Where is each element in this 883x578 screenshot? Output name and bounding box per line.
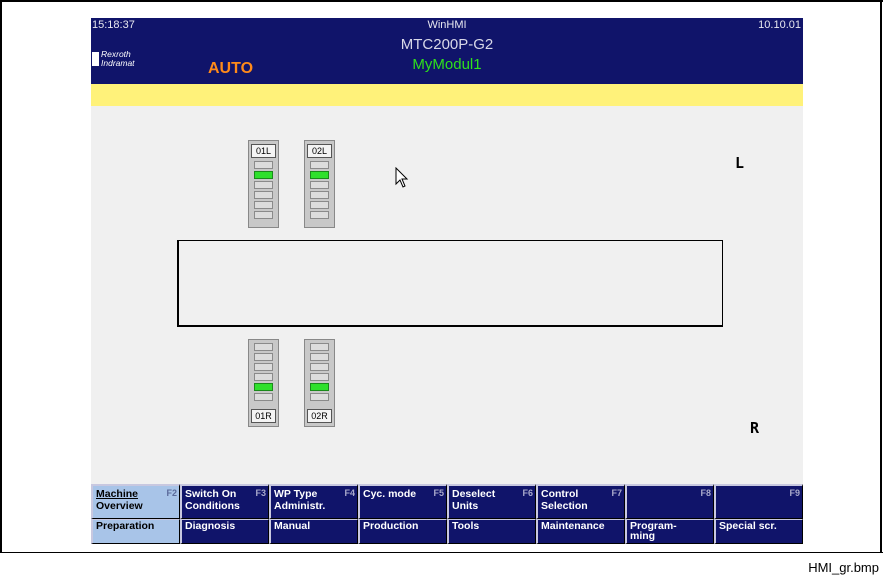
slot-segment	[254, 393, 273, 401]
station-slot-01L[interactable]: 01L	[248, 140, 279, 228]
slot-segment	[254, 181, 273, 189]
menu-tab-programming[interactable]: Program- ming	[625, 519, 714, 544]
station-slot-02L[interactable]: 02L	[304, 140, 335, 228]
machine-name: MTC200P-G2	[400, 36, 494, 53]
module-name: MyModul1	[412, 56, 482, 73]
softkey-label: Units	[452, 500, 479, 512]
slot-segment	[310, 161, 329, 169]
current-date: 10.10.01	[758, 19, 801, 31]
softkey-label: Deselect	[452, 488, 496, 500]
side-label-right: R	[750, 419, 760, 437]
softkey-label: Control	[541, 488, 579, 500]
machine-overview-area: L R 01L 02L 01R 02R	[91, 106, 803, 484]
softkey-machine-overview[interactable]: Machine Overview F2	[91, 484, 180, 519]
logo-mark-icon	[92, 52, 99, 66]
frame-bottom-border	[0, 552, 883, 553]
function-key-label: F8	[700, 488, 711, 498]
slot-segment	[254, 161, 273, 169]
softkey-bar: Machine Overview F2 Switch On Conditions…	[91, 484, 803, 544]
slot-segment-active	[310, 171, 329, 179]
frame-left-border	[0, 0, 2, 553]
slot-segment	[310, 363, 329, 371]
slot-segment	[310, 373, 329, 381]
menu-tab-maintenance[interactable]: Maintenance	[536, 519, 625, 544]
softkey-label: Switch On	[185, 488, 237, 500]
softkey-f9[interactable]: F9	[714, 484, 803, 519]
menu-tab-tools[interactable]: Tools	[447, 519, 536, 544]
station-slot-01R[interactable]: 01R	[248, 339, 279, 427]
slot-segment	[310, 343, 329, 351]
slot-segment	[254, 353, 273, 361]
menu-tab-diagnosis[interactable]: Diagnosis	[180, 519, 269, 544]
slot-tag: 01L	[251, 144, 276, 158]
slot-segment	[310, 181, 329, 189]
softkey-label: Conditions	[185, 500, 240, 512]
menu-tab-production[interactable]: Production	[358, 519, 447, 544]
function-key-label: F2	[166, 488, 177, 498]
softkey-cyc-mode[interactable]: Cyc. mode F5	[358, 484, 447, 519]
mouse-pointer-icon	[395, 167, 409, 188]
rexroth-indramat-logo: Rexroth Indramat	[91, 46, 161, 74]
slot-segment	[310, 191, 329, 199]
softkey-wp-type-administr[interactable]: WP Type Administr. F4	[269, 484, 358, 519]
slot-segment	[310, 211, 329, 219]
slot-segment	[254, 211, 273, 219]
softkey-label: Selection	[541, 500, 588, 512]
slot-segment	[254, 363, 273, 371]
side-label-left: L	[735, 154, 745, 172]
softkey-label: WP Type	[274, 488, 318, 500]
softkey-label: Cyc. mode	[363, 488, 417, 500]
softkey-control-selection[interactable]: Control Selection F7	[536, 484, 625, 519]
slot-segment	[310, 201, 329, 209]
menu-tab-manual[interactable]: Manual	[269, 519, 358, 544]
slot-segment-active	[254, 171, 273, 179]
softkey-f8[interactable]: F8	[625, 484, 714, 519]
station-slot-02R[interactable]: 02R	[304, 339, 335, 427]
logo-line2: Indramat	[101, 58, 135, 68]
softkey-deselect-units[interactable]: Deselect Units F6	[447, 484, 536, 519]
softkey-label: Administr.	[274, 500, 326, 512]
function-key-label: F7	[611, 488, 622, 498]
softkey-label: Machine	[96, 488, 139, 500]
app-title: WinHMI	[427, 19, 467, 31]
figure-caption: HMI_gr.bmp	[808, 560, 879, 575]
frame-right-border	[880, 0, 882, 553]
workpiece-carrier	[177, 240, 723, 327]
function-key-label: F6	[522, 488, 533, 498]
function-key-label: F5	[433, 488, 444, 498]
softkey-label: Overview	[96, 500, 143, 512]
function-key-label: F3	[255, 488, 266, 498]
operating-mode: AUTO	[208, 60, 254, 77]
slot-segment	[254, 201, 273, 209]
function-key-label: F9	[789, 488, 800, 498]
slot-tag: 02R	[307, 409, 332, 423]
slot-segment	[254, 191, 273, 199]
slot-segment-active	[310, 383, 329, 391]
message-bar	[91, 84, 803, 106]
header-bar: 15:18:37 WinHMI 10.10.01 MTC200P-G2 MyMo…	[91, 18, 803, 84]
function-key-label: F4	[344, 488, 355, 498]
slot-segment	[254, 373, 273, 381]
slot-segment	[254, 343, 273, 351]
slot-segment	[310, 393, 329, 401]
slot-tag: 01R	[251, 409, 276, 423]
slot-segment-active	[254, 383, 273, 391]
menu-tab-preparation[interactable]: Preparation	[91, 519, 180, 544]
slot-segment	[310, 353, 329, 361]
softkey-switch-on-conditions[interactable]: Switch On Conditions F3	[180, 484, 269, 519]
menu-tab-special-screens[interactable]: Special scr.	[714, 519, 803, 544]
slot-tag: 02L	[307, 144, 332, 158]
hmi-screen: 15:18:37 WinHMI 10.10.01 MTC200P-G2 MyMo…	[91, 18, 803, 544]
frame-top-border	[0, 0, 883, 2]
